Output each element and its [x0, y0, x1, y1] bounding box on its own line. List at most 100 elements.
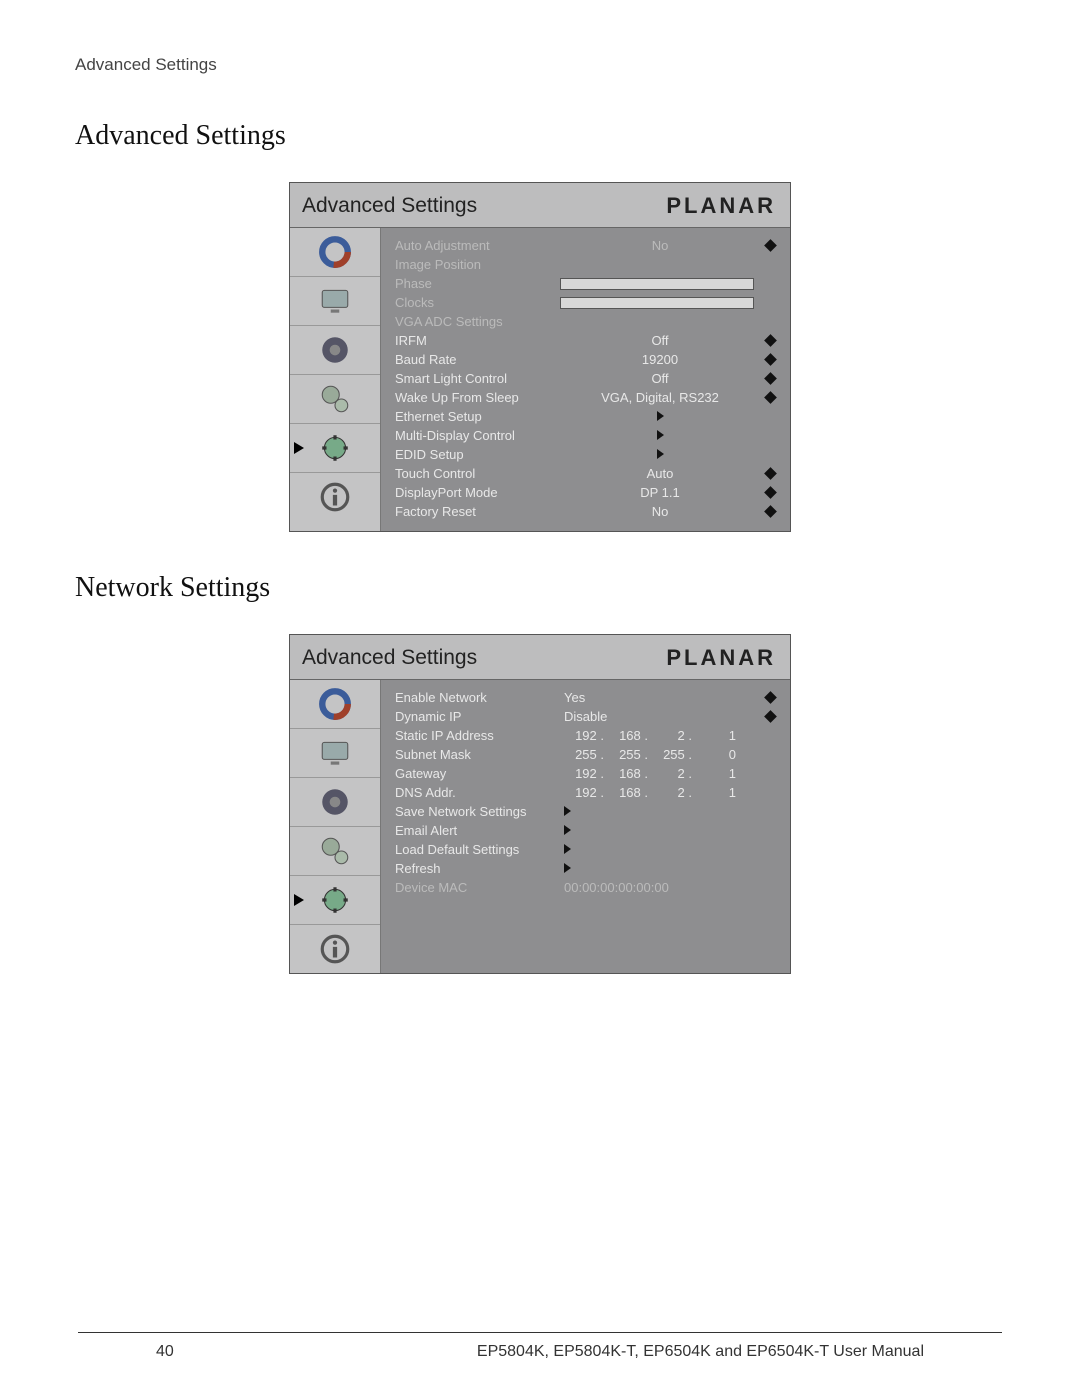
osd-header: Advanced Settings PLANAR [290, 183, 790, 228]
adjust-diamond-icon [764, 505, 777, 518]
adjust-diamond-icon [764, 353, 777, 366]
tab-advanced-icon[interactable] [290, 876, 380, 925]
menu-label: Subnet Mask [395, 747, 560, 762]
menu-label: Multi-Display Control [395, 428, 560, 443]
menu-row[interactable]: Factory ResetNo [395, 502, 780, 521]
menu-row: Phase [395, 274, 780, 293]
tab-basic-icon[interactable] [290, 827, 380, 876]
ip-octet: 2 . [648, 766, 692, 781]
menu-label: EDID Setup [395, 447, 560, 462]
menu-label: Clocks [395, 295, 560, 310]
menu-row[interactable]: Subnet Mask255 .255 .255 .0 [395, 745, 780, 764]
tab-info-icon[interactable] [290, 473, 380, 521]
menu-row[interactable]: Multi-Display Control [395, 426, 780, 445]
menu-label: Touch Control [395, 466, 560, 481]
menu-row[interactable]: Ethernet Setup [395, 407, 780, 426]
menu-label: Wake Up From Sleep [395, 390, 560, 405]
ip-value[interactable]: 192 .168 .2 .1 [560, 766, 760, 781]
menu-row[interactable]: Refresh [395, 859, 780, 878]
osd-body: Enable NetworkYesDynamic IPDisableStatic… [290, 680, 790, 973]
ip-octet: 0 [692, 747, 736, 762]
ip-octet: 192 . [560, 766, 604, 781]
menu-value [560, 447, 760, 462]
submenu-indicator [560, 861, 760, 876]
ip-value[interactable]: 192 .168 .2 .1 [560, 728, 760, 743]
submenu-arrow-icon [657, 411, 664, 421]
menu-row[interactable]: Email Alert [395, 821, 780, 840]
adjust-diamond-icon [764, 239, 777, 252]
section-heading-advanced: Advanced Settings [75, 120, 1005, 152]
menu-label: Gateway [395, 766, 560, 781]
adjust-diamond-icon [764, 486, 777, 499]
menu-label: Ethernet Setup [395, 409, 560, 424]
submenu-arrow-icon [564, 825, 571, 835]
menu-row[interactable]: Dynamic IPDisable [395, 707, 780, 726]
menu-row: Device MAC00:00:00:00:00:00 [395, 878, 780, 897]
breadcrumb: Advanced Settings [75, 55, 1005, 75]
menu-row[interactable]: IRFMOff [395, 331, 780, 350]
brand-logo: PLANAR [666, 645, 776, 671]
menu-value [560, 409, 760, 424]
osd-panel-advanced: Advanced Settings PLANAR [289, 182, 791, 532]
adjust-indicator [760, 466, 780, 481]
tab-picture-icon[interactable] [290, 680, 380, 729]
menu-value: No [560, 504, 760, 519]
menu-value: Auto [560, 466, 760, 481]
menu-row: Auto AdjustmentNo [395, 236, 780, 255]
menu-row[interactable]: Load Default Settings [395, 840, 780, 859]
slider-track[interactable] [560, 297, 754, 309]
tab-audio-icon[interactable] [290, 326, 380, 375]
adjust-indicator [760, 352, 780, 367]
menu-label: Image Position [395, 257, 560, 272]
tab-display-icon[interactable] [290, 729, 380, 778]
menu-value [560, 428, 760, 443]
ip-value[interactable]: 255 .255 .255 .0 [560, 747, 760, 762]
section-heading-network: Network Settings [75, 572, 1005, 604]
menu-row[interactable]: Static IP Address192 .168 .2 .1 [395, 726, 780, 745]
ip-octet: 1 [692, 766, 736, 781]
menu-label: DisplayPort Mode [395, 485, 560, 500]
submenu-indicator [560, 804, 760, 819]
menu-row[interactable]: Save Network Settings [395, 802, 780, 821]
menu-row[interactable]: Gateway192 .168 .2 .1 [395, 764, 780, 783]
menu-row[interactable]: Touch ControlAuto [395, 464, 780, 483]
menu-label: IRFM [395, 333, 560, 348]
brand-logo: PLANAR [666, 193, 776, 219]
page-footer: 40 EP5804K, EP5804K-T, EP6504K and EP650… [78, 1343, 1002, 1361]
tab-info-icon[interactable] [290, 925, 380, 973]
osd-menu-list: Enable NetworkYesDynamic IPDisableStatic… [381, 680, 790, 973]
menu-row[interactable]: DNS Addr.192 .168 .2 .1 [395, 783, 780, 802]
osd-body: Auto AdjustmentNoImage PositionPhaseCloc… [290, 228, 790, 531]
menu-value: 19200 [560, 352, 760, 367]
footer-divider [78, 1332, 1002, 1333]
osd-wrapper-1: Advanced Settings PLANAR [75, 182, 1005, 532]
menu-row[interactable]: Smart Light ControlOff [395, 369, 780, 388]
slider-track[interactable] [560, 278, 754, 290]
tab-basic-icon[interactable] [290, 375, 380, 424]
ip-octet: 192 . [560, 785, 604, 800]
menu-label: Auto Adjustment [395, 238, 560, 253]
menu-label: Enable Network [395, 690, 560, 705]
adjust-indicator [760, 485, 780, 500]
submenu-arrow-icon [657, 449, 664, 459]
menu-row[interactable]: EDID Setup [395, 445, 780, 464]
adjust-diamond-icon [764, 372, 777, 385]
menu-row[interactable]: Wake Up From SleepVGA, Digital, RS232 [395, 388, 780, 407]
menu-value: 00:00:00:00:00:00 [560, 880, 760, 895]
menu-label: Device MAC [395, 880, 560, 895]
osd-wrapper-2: Advanced Settings PLANAR [75, 634, 1005, 974]
ip-value[interactable]: 192 .168 .2 .1 [560, 785, 760, 800]
tab-picture-icon[interactable] [290, 228, 380, 277]
tab-audio-icon[interactable] [290, 778, 380, 827]
tab-advanced-icon[interactable] [290, 424, 380, 473]
menu-label: DNS Addr. [395, 785, 560, 800]
menu-row[interactable]: Baud Rate19200 [395, 350, 780, 369]
tab-display-icon[interactable] [290, 277, 380, 326]
menu-label: Load Default Settings [395, 842, 560, 857]
submenu-arrow-icon [657, 430, 664, 440]
ip-octet: 1 [692, 728, 736, 743]
adjust-indicator [760, 504, 780, 519]
menu-row[interactable]: DisplayPort ModeDP 1.1 [395, 483, 780, 502]
menu-value: No [560, 238, 760, 253]
menu-row[interactable]: Enable NetworkYes [395, 688, 780, 707]
